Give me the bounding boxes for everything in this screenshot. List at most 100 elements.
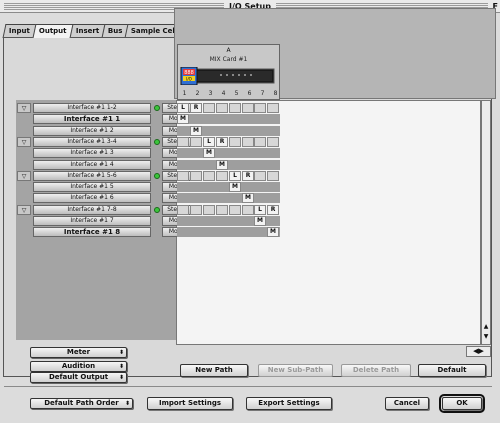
channel-label-2: 2 <box>195 90 200 97</box>
assignment-cell[interactable] <box>203 205 215 215</box>
assignment-cell[interactable]: R <box>190 103 202 113</box>
path-name[interactable]: Interface #1 1 <box>33 114 151 124</box>
popup-caret-icon: ⬍ <box>124 400 130 407</box>
assignment-cell[interactable]: L <box>203 137 215 147</box>
assignment-cell[interactable] <box>242 103 254 113</box>
default-button[interactable]: Default <box>418 364 486 377</box>
assignment-cell[interactable]: M <box>203 148 215 158</box>
device-name: MIX Card #1 <box>209 56 248 63</box>
assignment-cell[interactable] <box>267 137 279 147</box>
assignment-cell[interactable] <box>190 137 202 147</box>
popup-caret-icon: ⬍ <box>118 374 124 381</box>
assignment-cell[interactable] <box>190 171 202 181</box>
disclosure-triangle-icon[interactable]: ▽ <box>17 171 31 181</box>
assignment-cell[interactable] <box>216 205 228 215</box>
channel-label-3: 3 <box>208 90 213 97</box>
sub-path-grid-strip <box>177 160 280 170</box>
device-column-mix-card[interactable]: A MIX Card #1 888 I/O 1 2 3 4 5 6 7 8 <box>177 44 280 100</box>
path-name[interactable]: Interface #1 8 <box>33 227 151 237</box>
assignment-cell[interactable]: M <box>267 227 279 237</box>
meter-popup[interactable]: Meter ⬍ <box>30 347 127 358</box>
assignment-cell[interactable]: L <box>254 205 266 215</box>
path-name[interactable]: Interface #1 7 <box>33 216 151 226</box>
path-name[interactable]: Interface #1 3 <box>33 148 151 158</box>
assignment-cell[interactable] <box>267 171 279 181</box>
path-name[interactable]: Interface #1 1-2 <box>33 103 151 113</box>
tab-input[interactable]: Input <box>2 24 37 38</box>
channel-labels: 1 2 3 4 5 6 7 8 <box>178 90 281 99</box>
assignment-cell[interactable] <box>254 137 266 147</box>
assignment-cell[interactable]: M <box>242 193 254 203</box>
assignment-cell[interactable] <box>203 171 215 181</box>
path-active-indicator[interactable] <box>154 139 160 145</box>
sub-path-grid-strip <box>177 114 280 124</box>
horizontal-scroll-arrows-icon[interactable]: ◀▶ <box>466 346 491 357</box>
popup-caret-icon: ⬍ <box>118 349 124 356</box>
ok-button[interactable]: OK <box>439 394 485 413</box>
device-badge: 888 <box>184 70 194 76</box>
path-name[interactable]: Interface #1 5-6 <box>33 171 151 181</box>
path-name[interactable]: Interface #1 2 <box>33 126 151 136</box>
tab-insert[interactable]: Insert <box>69 24 106 38</box>
assignment-cell[interactable] <box>190 205 202 215</box>
assignment-cell[interactable] <box>242 205 254 215</box>
assignment-cell[interactable] <box>254 171 266 181</box>
tab-output[interactable]: Output <box>32 24 74 38</box>
channel-label-4: 4 <box>221 90 226 97</box>
new-path-button[interactable]: New Path <box>180 364 248 377</box>
assignment-cell[interactable] <box>229 103 241 113</box>
import-settings-button[interactable]: Import Settings <box>147 397 233 410</box>
assignment-cell[interactable]: L <box>177 103 189 113</box>
assignment-cell[interactable] <box>216 103 228 113</box>
new-sub-path-button[interactable]: New Sub-Path <box>258 364 333 377</box>
assignment-cell[interactable] <box>216 171 228 181</box>
scroll-up-icon[interactable]: ▲ <box>482 323 490 331</box>
io-interface-icon: 888 I/O <box>180 67 275 85</box>
assignment-cell[interactable] <box>242 137 254 147</box>
assignment-cell[interactable]: R <box>216 137 228 147</box>
assignment-cell[interactable]: R <box>267 205 279 215</box>
assignment-cell[interactable]: M <box>177 114 189 124</box>
default-output-popup[interactable]: Default Output ⬍ <box>30 372 127 383</box>
assignment-cell[interactable] <box>177 205 189 215</box>
assignment-cell[interactable] <box>177 137 189 147</box>
assignment-cell[interactable]: R <box>242 171 254 181</box>
assignment-cell[interactable]: L <box>229 171 241 181</box>
path-name[interactable]: Interface #1 5 <box>33 182 151 192</box>
audition-popup[interactable]: Audition ⬍ <box>30 361 127 372</box>
assignment-cell[interactable]: M <box>229 182 241 192</box>
path-active-indicator[interactable] <box>154 173 160 179</box>
path-name[interactable]: Interface #1 3-4 <box>33 137 151 147</box>
vertical-scrollbar[interactable]: ▲ ▼ <box>481 100 491 345</box>
assignment-cell[interactable] <box>177 171 189 181</box>
path-name[interactable]: Interface #1 7-8 <box>33 205 151 215</box>
cancel-button[interactable]: Cancel <box>385 397 429 410</box>
sub-path-grid-strip <box>177 227 280 237</box>
default-path-order-popup[interactable]: Default Path Order ⬍ <box>30 398 133 409</box>
channel-label-8: 8 <box>273 90 278 97</box>
delete-path-button[interactable]: Delete Path <box>341 364 411 377</box>
assignment-cell[interactable] <box>229 205 241 215</box>
disclosure-triangle-icon[interactable]: ▽ <box>17 205 31 215</box>
channel-label-1: 1 <box>182 90 187 97</box>
path-name[interactable]: Interface #1 6 <box>33 193 151 203</box>
path-name[interactable]: Interface #1 4 <box>33 160 151 170</box>
disclosure-triangle-icon[interactable]: ▽ <box>17 137 31 147</box>
assignment-cell[interactable]: M <box>254 216 266 226</box>
channel-label-5: 5 <box>234 90 239 97</box>
disclosure-triangle-icon[interactable]: ▽ <box>17 103 31 113</box>
tab-bar: Input Output Insert Bus Sample Cell <box>2 24 185 38</box>
path-active-indicator[interactable] <box>154 105 160 111</box>
path-active-indicator[interactable] <box>154 207 160 213</box>
assignment-cell[interactable]: M <box>216 160 228 170</box>
assignment-cell[interactable] <box>254 103 266 113</box>
export-settings-button[interactable]: Export Settings <box>246 397 332 410</box>
device-badge-sub: I/O <box>186 77 192 82</box>
popup-caret-icon: ⬍ <box>118 363 124 370</box>
assignment-cell[interactable] <box>267 103 279 113</box>
scroll-down-icon[interactable]: ▼ <box>482 333 490 341</box>
assignment-cell[interactable]: M <box>190 126 202 136</box>
assignment-cell[interactable] <box>203 103 215 113</box>
assignment-cell[interactable] <box>229 137 241 147</box>
divider <box>4 386 492 387</box>
